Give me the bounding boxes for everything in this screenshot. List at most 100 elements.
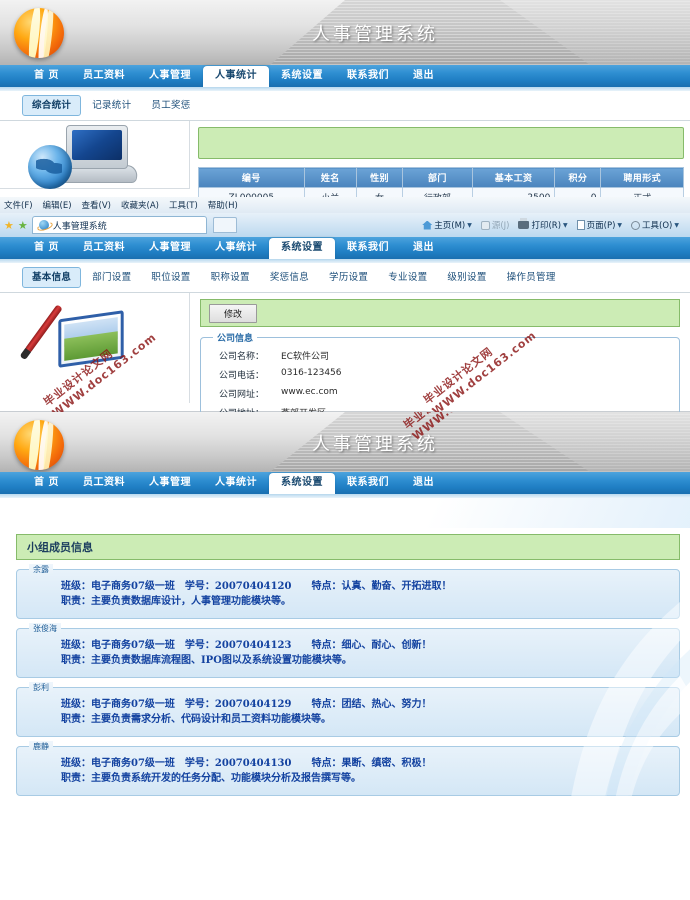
toolbar-page-label: 页面(P): [586, 221, 616, 231]
nav-item-logout[interactable]: 退出: [401, 473, 446, 494]
nav-item-system-settings[interactable]: 系统设置: [269, 66, 335, 87]
panel1-subtabs: 综合统计 记录统计 员工奖惩: [0, 87, 690, 121]
nav-item-contact-us[interactable]: 联系我们: [335, 238, 401, 259]
panel2-body: 修改 公司信息 公司名称： EC软件公司 公司电话： 0316-123456 公…: [0, 293, 690, 412]
col-department: 部门: [402, 167, 473, 188]
table-row[interactable]: ZL000005 小兰 女 行政部 2500 0 正式: [198, 187, 684, 197]
menu-edit[interactable]: 编辑(E): [43, 199, 72, 211]
member-line-class: 班级：电子商务07级一班 学号：20070404123 特点：细心、耐心、创新！: [61, 640, 432, 651]
subtab-reward-punishment-info[interactable]: 奖惩信息: [261, 268, 318, 287]
subtab-position-settings[interactable]: 职位设置: [142, 503, 199, 522]
toolbar-page-button[interactable]: 页面(P) ▼: [574, 219, 625, 231]
member-line-duty: 职责：主要负责需求分析、代码设计和员工资料功能模块等。: [61, 714, 331, 725]
menu-tools[interactable]: 工具(T): [169, 199, 198, 211]
subtab-department-settings[interactable]: 部门设置: [83, 268, 140, 287]
nav-item-logout[interactable]: 退出: [401, 238, 446, 259]
cell-points: 0: [554, 187, 602, 197]
subtab-major-settings[interactable]: 专业设置: [379, 503, 436, 522]
nav-item-hr-management[interactable]: 人事管理: [137, 238, 203, 259]
label-company-phone: 公司电话：: [219, 371, 265, 381]
nav-item-logout[interactable]: 退出: [401, 66, 446, 87]
page-title: 人事管理系统: [312, 24, 438, 45]
nav-item-home[interactable]: 首 页: [22, 238, 71, 259]
print-icon: [518, 218, 530, 229]
subtab-operator-management[interactable]: 操作员管理: [498, 503, 565, 522]
menu-help[interactable]: 帮助(H): [208, 199, 238, 211]
member-card: 余露 班级：电子商务07级一班 学号：20070404120 特点：认真、勤奋、…: [16, 564, 680, 619]
subtab-level-settings[interactable]: 级别设置: [438, 268, 495, 287]
subtab-basic-info[interactable]: 基本信息: [22, 502, 82, 523]
member-name: 张俊海: [29, 623, 61, 634]
subtab-operator-management[interactable]: 操作员管理: [498, 268, 565, 287]
nav-item-employee-data[interactable]: 员工资料: [71, 238, 137, 259]
subtab-record-statistics[interactable]: 记录统计: [83, 96, 140, 115]
subtab-department-settings[interactable]: 部门设置: [83, 503, 140, 522]
modify-button[interactable]: 修改: [209, 303, 258, 323]
panel2-content: 修改 公司信息 公司名称： EC软件公司 公司电话： 0316-123456 公…: [190, 293, 690, 412]
nav-item-hr-statistics[interactable]: 人事统计: [202, 66, 269, 87]
company-info-legend: 公司信息: [213, 331, 258, 344]
nav-item-employee-data[interactable]: 员工资料: [71, 473, 137, 494]
subtab-comprehensive-statistics[interactable]: 综合统计: [22, 95, 82, 116]
subtab-level-settings[interactable]: 级别设置: [438, 503, 495, 522]
toolbar-feeds-button[interactable]: 源(J): [478, 219, 513, 231]
subtab-education-settings[interactable]: 学历设置: [320, 503, 377, 522]
member-card: 彭利 班级：电子商务07级一班 学号：20070404129 特点：团结、热心、…: [16, 682, 680, 737]
main-navigation: 首 页 员工资料 人事管理 人事统计 系统设置 联系我们 退出: [0, 237, 690, 263]
col-employment-type: 聘用形式: [600, 167, 684, 188]
nav-item-hr-management[interactable]: 人事管理: [137, 473, 203, 494]
panel3-body: 小组成员信息 余露 班级：电子商务07级一班 学号：20070404120 特点…: [0, 528, 690, 796]
label-company-name: 公司名称：: [219, 352, 265, 362]
filter-panel[interactable]: [198, 127, 684, 159]
chevron-down-icon: ▼: [563, 221, 568, 229]
browser-tab[interactable]: 人事管理系统: [31, 216, 207, 234]
subtab-reward-punishment-info[interactable]: 奖惩信息: [261, 503, 318, 522]
toolbar-print-button[interactable]: 打印(R) ▼: [515, 218, 570, 231]
panel-team-members: 人事管理系统 首 页 员工资料 人事管理 人事统计 系统设置 联系我们 退出 基…: [0, 412, 690, 796]
browser-tab-title: 人事管理系统: [52, 221, 107, 232]
member-line-class: 班级：电子商务07级一班 学号：20070404130 特点：果断、缜密、积极！: [61, 758, 432, 769]
nav-item-system-settings[interactable]: 系统设置: [268, 238, 335, 259]
subtab-basic-info[interactable]: 基本信息: [22, 267, 82, 288]
computer-globe-icon: [28, 125, 148, 189]
panel1-side-illustration: [0, 121, 190, 189]
add-favorite-icon[interactable]: ★: [18, 220, 28, 231]
info-row-company-phone: 公司电话： 0316-123456: [201, 365, 679, 384]
member-line-class: 班级：电子商务07级一班 学号：20070404120 特点：认真、勤奋、开拓进…: [61, 581, 452, 592]
nav-item-employee-data[interactable]: 员工资料: [71, 66, 137, 87]
menu-file[interactable]: 文件(F): [4, 199, 33, 211]
panel-hr-statistics: 人事管理系统 首 页 员工资料 人事管理 人事统计 系统设置 联系我们 退出 综…: [0, 0, 690, 197]
nav-item-home[interactable]: 首 页: [22, 66, 71, 87]
subtab-major-settings[interactable]: 专业设置: [379, 268, 436, 287]
nav-item-contact-us[interactable]: 联系我们: [335, 66, 401, 87]
toolbar-feeds-label: 源(J): [491, 221, 510, 231]
nav-item-hr-statistics[interactable]: 人事统计: [203, 473, 269, 494]
member-line-class: 班级：电子商务07级一班 学号：20070404129 特点：团结、热心、努力！: [61, 699, 432, 710]
menu-view[interactable]: 查看(V): [82, 199, 111, 211]
new-tab-button[interactable]: [212, 217, 237, 233]
nav-item-hr-statistics[interactable]: 人事统计: [203, 238, 269, 259]
action-bar: 修改: [200, 299, 680, 327]
toolbar-home-button[interactable]: 主页(M) ▼: [419, 219, 475, 231]
menu-favorites[interactable]: 收藏夹(A): [121, 199, 159, 211]
member-line-duty: 职责：主要负责系统开发的任务分配、功能模块分析及报告撰写等。: [61, 773, 361, 784]
subtab-employee-rewards[interactable]: 员工奖惩: [142, 96, 199, 115]
main-navigation: 首 页 员工资料 人事管理 人事统计 系统设置 联系我们 退出: [0, 65, 690, 91]
subtab-title-settings[interactable]: 职称设置: [202, 503, 259, 522]
subtab-education-settings[interactable]: 学历设置: [320, 268, 377, 287]
nav-item-system-settings[interactable]: 系统设置: [268, 473, 335, 494]
panel1-body: 编号 姓名 性别 部门 基本工资 积分 聘用形式 ZL000005 小兰 女 行: [0, 121, 690, 197]
nav-item-contact-us[interactable]: 联系我们: [335, 473, 401, 494]
favorites-star-icon[interactable]: ★: [4, 220, 14, 231]
browser-toolbar: 主页(M) ▼ 源(J) 打印(R) ▼ 页面(P) ▼ 工具(O) ▼: [419, 218, 686, 231]
toolbar-tools-label: 工具(O): [642, 221, 673, 231]
chevron-down-icon: ▼: [467, 221, 472, 229]
subtab-title-settings[interactable]: 职称设置: [202, 268, 259, 287]
nav-item-home[interactable]: 首 页: [22, 473, 71, 494]
page-title: 人事管理系统: [312, 434, 438, 455]
browser-menubar: 文件(F) 编辑(E) 查看(V) 收藏夹(A) 工具(T) 帮助(H): [0, 197, 690, 213]
subtab-position-settings[interactable]: 职位设置: [142, 268, 199, 287]
toolbar-tools-button[interactable]: 工具(O) ▼: [628, 219, 682, 231]
info-row-company-website: 公司网址： www.ec.com: [201, 384, 679, 403]
nav-item-hr-management[interactable]: 人事管理: [137, 66, 203, 87]
